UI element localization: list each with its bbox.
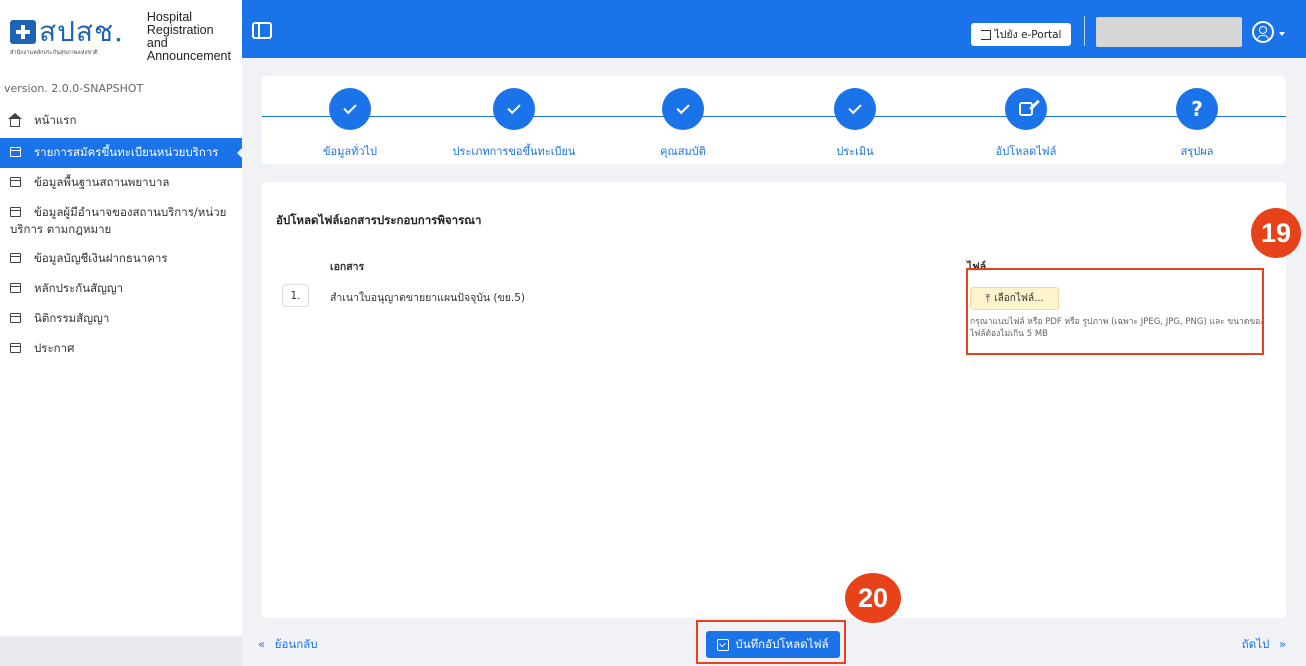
logo-subtitle: สำนักงานหลักประกันสุขภาพแห่งชาติ xyxy=(10,49,98,56)
logo-title-line: Announcement xyxy=(146,49,231,63)
step-registration-type[interactable]: ประเภทการขอขึ้นทะเบียน xyxy=(434,88,594,160)
step-summary[interactable]: ? สรุปผล xyxy=(1117,88,1277,160)
sidebar-item-label: ข้อมูลผู้มีอำนาจของสถานบริการ/หน่วยบริกา… xyxy=(10,205,227,236)
e-portal-button[interactable]: ไปยัง e-Portal xyxy=(971,23,1071,46)
sidebar-item-announcement[interactable]: ประกาศ xyxy=(0,334,242,364)
upload-card: อัปโหลดไฟล์เอกสารประกอบการพิจารณา เอกสาร… xyxy=(262,182,1286,618)
edit-icon xyxy=(1019,102,1033,116)
step-badge: 20 xyxy=(845,573,901,623)
section-title: อัปโหลดไฟล์เอกสารประกอบการพิจารณา xyxy=(276,213,482,227)
sidebar-item-hospital-info[interactable]: ข้อมูลพื้นฐานสถานพยาบาล xyxy=(0,168,242,198)
sidebar-item-legal-contract[interactable]: นิติกรรมสัญญา xyxy=(0,304,242,334)
check-icon xyxy=(343,100,357,115)
exit-icon xyxy=(980,29,991,40)
sidebar-item-home[interactable]: หน้าแรก xyxy=(0,106,242,138)
calendar-icon xyxy=(10,343,21,353)
step-badge: 19 xyxy=(1251,208,1301,258)
calendar-icon xyxy=(10,147,21,157)
logo-thai-text: สปสช. xyxy=(39,14,124,48)
calendar-icon xyxy=(10,207,21,217)
logo-title: Hospital Registration and Announcement xyxy=(147,11,232,63)
double-chevron-left-icon: « xyxy=(258,637,266,651)
step-evaluation[interactable]: ประเมิน xyxy=(775,88,935,160)
next-button[interactable]: ถัดไป » xyxy=(1242,636,1286,654)
sidebar: สปสช. สำนักงานหลักประกันสุขภาพแห่งชาติ H… xyxy=(0,0,243,666)
step-upload[interactable]: อัปโหลดไฟล์ xyxy=(946,88,1106,160)
user-avatar-icon[interactable] xyxy=(1252,21,1274,43)
check-icon xyxy=(848,100,862,115)
step-label: สรุปผล xyxy=(1180,145,1214,158)
sidebar-item-bank-account[interactable]: ข้อมูลบัญชีเงินฝากธนาคาร xyxy=(0,244,242,274)
sidebar-toggle-icon[interactable] xyxy=(252,22,272,39)
version-text: version. 2.0.0-SNAPSHOT xyxy=(4,82,144,95)
column-header-document: เอกสาร xyxy=(330,261,365,273)
back-button[interactable]: « ย้อนกลับ xyxy=(258,636,318,654)
document-name: สำเนาใบอนุญาตขายยาแผนปัจจุบัน (ขย.5) xyxy=(330,292,525,304)
sidebar-item-label: รายการสมัครขึ้นทะเบียนหน่วยบริการ xyxy=(34,145,219,159)
step-label: ประเภทการขอขึ้นทะเบียน xyxy=(452,145,576,158)
logo-mark: สปสช. สำนักงานหลักประกันสุขภาพแห่งชาติ xyxy=(10,14,141,57)
home-icon xyxy=(8,113,22,127)
calendar-icon xyxy=(10,253,21,263)
step-label: ข้อมูลทั่วไป xyxy=(322,145,378,158)
stepper: ข้อมูลทั่วไป ประเภทการขอขึ้นทะเบียน คุณส… xyxy=(262,76,1286,164)
sidebar-item-label: หลักประกันสัญญา xyxy=(34,281,124,295)
highlight-box xyxy=(966,268,1264,355)
sidebar-item-label: ข้อมูลพื้นฐานสถานพยาบาล xyxy=(34,175,170,189)
highlight-box xyxy=(696,620,846,664)
step-qualification[interactable]: คุณสมบัติ xyxy=(603,88,763,160)
calendar-icon xyxy=(10,177,21,187)
divider xyxy=(1084,16,1085,46)
calendar-icon xyxy=(10,313,21,323)
sidebar-item-authorized-person[interactable]: ข้อมูลผู้มีอำนาจของสถานบริการ/หน่วยบริกา… xyxy=(0,198,242,244)
sidebar-item-label: หน้าแรก xyxy=(34,113,77,127)
sidebar-item-label: ข้อมูลบัญชีเงินฝากธนาคาร xyxy=(34,251,168,265)
row-number: 1. xyxy=(282,284,309,307)
e-portal-label: ไปยัง e-Portal xyxy=(994,29,1062,41)
chevron-down-icon[interactable] xyxy=(1279,32,1285,36)
step-label: ประเมิน xyxy=(836,145,874,158)
back-label: ย้อนกลับ xyxy=(274,637,318,651)
sidebar-item-contract-guarantee[interactable]: หลักประกันสัญญา xyxy=(0,274,242,304)
logo-title-line: Registration and xyxy=(146,23,214,50)
check-icon xyxy=(676,100,690,115)
logo-cross-icon xyxy=(10,19,36,44)
question-icon: ? xyxy=(1176,88,1218,130)
step-general-info[interactable]: ข้อมูลทั่วไป xyxy=(270,88,430,160)
calendar-icon xyxy=(10,283,21,293)
check-icon xyxy=(507,100,521,115)
step-label: อัปโหลดไฟล์ xyxy=(995,145,1057,158)
sidebar-item-label: นิติกรรมสัญญา xyxy=(34,311,110,325)
step-label: คุณสมบัติ xyxy=(660,145,706,158)
next-label: ถัดไป xyxy=(1241,637,1270,651)
sidebar-footer xyxy=(0,636,242,666)
user-name-box xyxy=(1096,17,1242,47)
top-bar: ไปยัง e-Portal xyxy=(242,0,1306,58)
double-chevron-right-icon: » xyxy=(1278,637,1286,651)
logo[interactable]: สปสช. สำนักงานหลักประกันสุขภาพแห่งชาติ H… xyxy=(0,0,242,72)
sidebar-item-label: ประกาศ xyxy=(34,341,75,355)
sidebar-item-registration-list[interactable]: รายการสมัครขึ้นทะเบียนหน่วยบริการ xyxy=(0,138,243,168)
